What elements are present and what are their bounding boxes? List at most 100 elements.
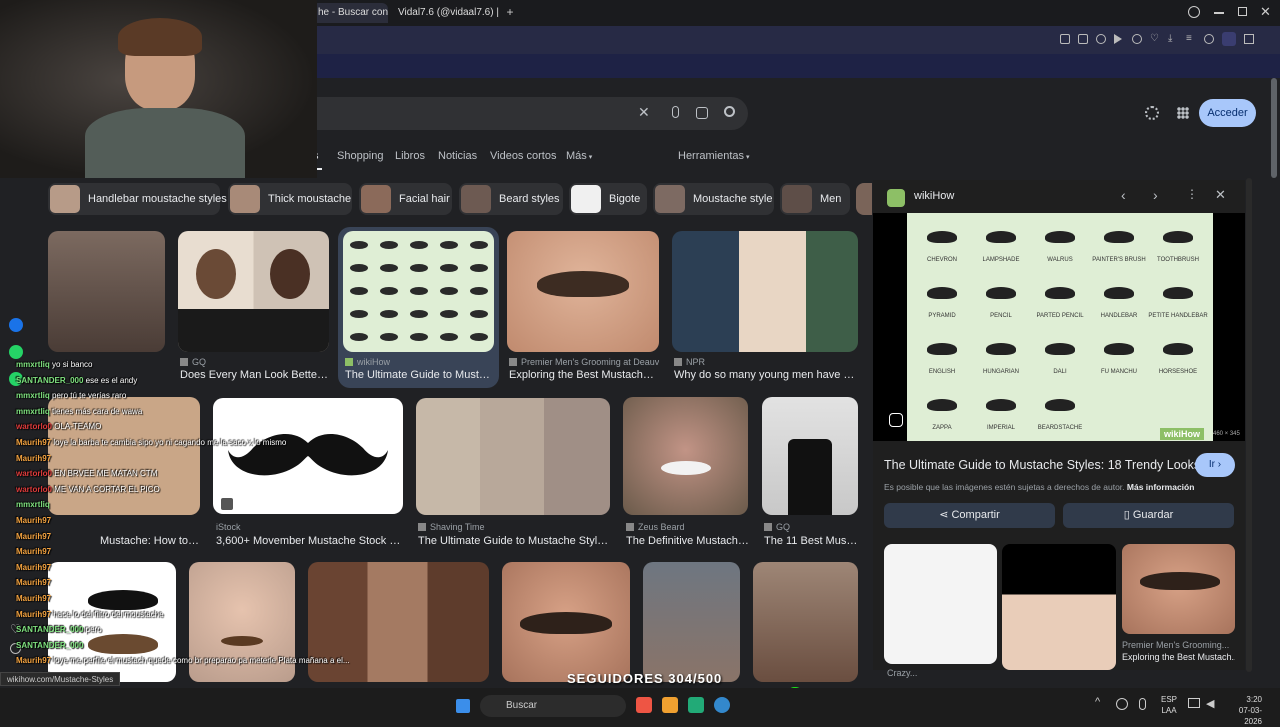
result-caption[interactable]: The Ultimate Guide to Mustache Styles: F… xyxy=(418,535,610,547)
app-icon[interactable] xyxy=(714,697,730,713)
tab-short-videos[interactable]: Videos cortos xyxy=(490,150,556,162)
clear-search-icon[interactable]: ✕ xyxy=(638,104,650,121)
network-icon[interactable] xyxy=(1188,698,1200,708)
app-icon[interactable] xyxy=(636,697,652,713)
microphone-tray-icon[interactable] xyxy=(1139,698,1146,710)
result-caption[interactable]: The Ultimate Guide to Mustach... xyxy=(345,369,495,381)
profile-icon[interactable] xyxy=(1204,34,1214,44)
chip-thick[interactable]: Thick moustache xyxy=(228,183,352,215)
language-indicator[interactable]: ESP LAA xyxy=(1161,694,1177,716)
result-caption[interactable]: The 11 Best Musta... xyxy=(764,535,860,547)
chat-username: wartorlo0 xyxy=(16,469,53,479)
menu-icon[interactable]: ≡ xyxy=(1186,34,1196,44)
tools-button[interactable]: Herramientas ▾ xyxy=(678,150,750,162)
tab-tiktok[interactable]: Vidal7.6 (@vidaal7.6) | Tik xyxy=(392,3,500,23)
download-icon[interactable]: ⤓ xyxy=(1168,34,1178,44)
chip-beard-styles[interactable]: Beard styles xyxy=(459,183,563,215)
result-caption[interactable]: Exploring the Best Mustache St... xyxy=(509,369,659,381)
extension-icon[interactable] xyxy=(1222,32,1236,46)
tab-shopping[interactable]: Shopping xyxy=(337,150,384,162)
visit-button[interactable]: Ir › xyxy=(1195,453,1235,477)
chip-handlebar[interactable]: Handlebar moustache styles xyxy=(48,183,227,215)
camera-icon[interactable] xyxy=(1078,34,1088,44)
chip-thumbnail xyxy=(571,185,601,213)
page-scrollbar[interactable] xyxy=(1271,78,1277,178)
result-source-gq-2: GQ xyxy=(764,522,860,532)
new-tab-button[interactable]: + xyxy=(504,6,516,18)
result-image-row3-4[interactable] xyxy=(502,562,630,682)
tab-google-search[interactable]: he - Buscar con Go xyxy=(312,3,388,23)
gear-icon[interactable] xyxy=(1145,106,1159,120)
mustache-style-label: TOOTHBRUSH xyxy=(1157,257,1199,263)
edit-icon[interactable] xyxy=(1060,34,1070,44)
related-image-1[interactable] xyxy=(884,544,997,664)
result-caption[interactable]: Why do so many young men have must... xyxy=(674,369,858,381)
messenger-icon[interactable] xyxy=(9,318,23,332)
windows-start-icon[interactable] xyxy=(456,699,470,713)
chip-men[interactable]: Men xyxy=(780,183,850,215)
heart-icon[interactable]: ♡ xyxy=(1150,34,1160,44)
result-image-row3-6[interactable] xyxy=(753,562,858,682)
close-window-icon[interactable]: ✕ xyxy=(1260,4,1271,20)
taskbar-search[interactable]: Buscar xyxy=(480,695,626,717)
related-image-3[interactable] xyxy=(1122,544,1235,634)
preview-image[interactable]: CHEVRON LAMPSHADE WALRUS PAINTER'S BRUSH TOO… xyxy=(907,213,1213,441)
previous-image-icon[interactable]: ‹ xyxy=(1121,187,1126,203)
translate-icon[interactable] xyxy=(1096,34,1106,44)
result-image-zeus-beard[interactable] xyxy=(623,397,748,515)
history-icon[interactable] xyxy=(1132,34,1142,44)
mustache-thumb-shape xyxy=(410,287,428,295)
result-image-wikihow[interactable] xyxy=(343,231,494,352)
mustache-style-label: HORSESHOE xyxy=(1158,369,1198,375)
clock[interactable]: 3:20 07-03-2026 xyxy=(1226,694,1262,727)
panel-title[interactable]: The Ultimate Guide to Mustache Styles: 1… xyxy=(884,458,1200,472)
tab-news[interactable]: Noticias xyxy=(438,150,477,162)
lens-search-icon[interactable] xyxy=(889,413,903,427)
chip-overflow-thumbnail[interactable] xyxy=(856,183,872,215)
result-source-label: GQ xyxy=(776,522,791,532)
save-button[interactable]: ▯ Guardar xyxy=(1063,503,1234,528)
chip-moustache-style[interactable]: Moustache style xyxy=(653,183,774,215)
panel-source[interactable]: wikiHow xyxy=(914,190,954,202)
chat-username: Maurih97 xyxy=(16,609,52,619)
tab-books[interactable]: Libros xyxy=(395,150,425,162)
chip-bigote[interactable]: Bigote xyxy=(569,183,647,215)
related-caption[interactable]: Crazy... xyxy=(887,668,1000,678)
search-icon[interactable] xyxy=(724,106,735,117)
mustache-thumb-shape xyxy=(350,333,368,341)
whatsapp-icon[interactable] xyxy=(9,345,23,359)
play-icon[interactable] xyxy=(1114,34,1124,44)
restore-icon[interactable] xyxy=(1238,7,1247,16)
more-options-icon[interactable]: ⋮ xyxy=(1186,187,1198,201)
result-caption[interactable]: The Definitive Mustache ... xyxy=(626,535,750,547)
related-caption[interactable]: Exploring the Best Mustach... xyxy=(1122,652,1235,662)
more-info-link[interactable]: Más información xyxy=(1127,482,1195,492)
tray-icon[interactable] xyxy=(1116,698,1128,710)
result-image-gq-2[interactable] xyxy=(762,397,858,515)
result-image-npr[interactable] xyxy=(672,231,858,352)
volume-icon[interactable]: ◀ xyxy=(1206,697,1214,710)
microphone-icon[interactable] xyxy=(672,106,679,118)
share-button[interactable]: ⋖ Compartir xyxy=(884,503,1055,528)
app-icon[interactable] xyxy=(688,697,704,713)
related-image-2[interactable] xyxy=(1002,544,1116,670)
search-input[interactable]: ✕ xyxy=(300,97,748,130)
result-image-gq[interactable] xyxy=(178,231,329,352)
minimize-icon[interactable] xyxy=(1214,12,1224,14)
search-tabs-icon[interactable] xyxy=(1188,6,1200,18)
result-image-mens-health[interactable] xyxy=(48,231,165,352)
chip-facial-hair[interactable]: Facial hair xyxy=(359,183,452,215)
result-image-shaving-time[interactable] xyxy=(416,398,610,515)
apps-grid-icon[interactable] xyxy=(1177,107,1189,119)
close-panel-icon[interactable]: ✕ xyxy=(1215,187,1226,203)
panel-scrollbar[interactable] xyxy=(1246,178,1252,672)
app-icon[interactable] xyxy=(662,697,678,713)
result-image-premier[interactable] xyxy=(507,231,659,352)
lens-icon[interactable] xyxy=(696,107,708,119)
sign-in-button[interactable]: Acceder xyxy=(1199,99,1256,127)
chevron-up-icon[interactable]: ^ xyxy=(1095,696,1100,708)
tab-more[interactable]: Más ▾ xyxy=(566,150,592,162)
result-image-row3-5[interactable] xyxy=(643,562,740,682)
settings-icon[interactable] xyxy=(1244,34,1254,44)
next-image-icon[interactable]: › xyxy=(1153,187,1158,203)
